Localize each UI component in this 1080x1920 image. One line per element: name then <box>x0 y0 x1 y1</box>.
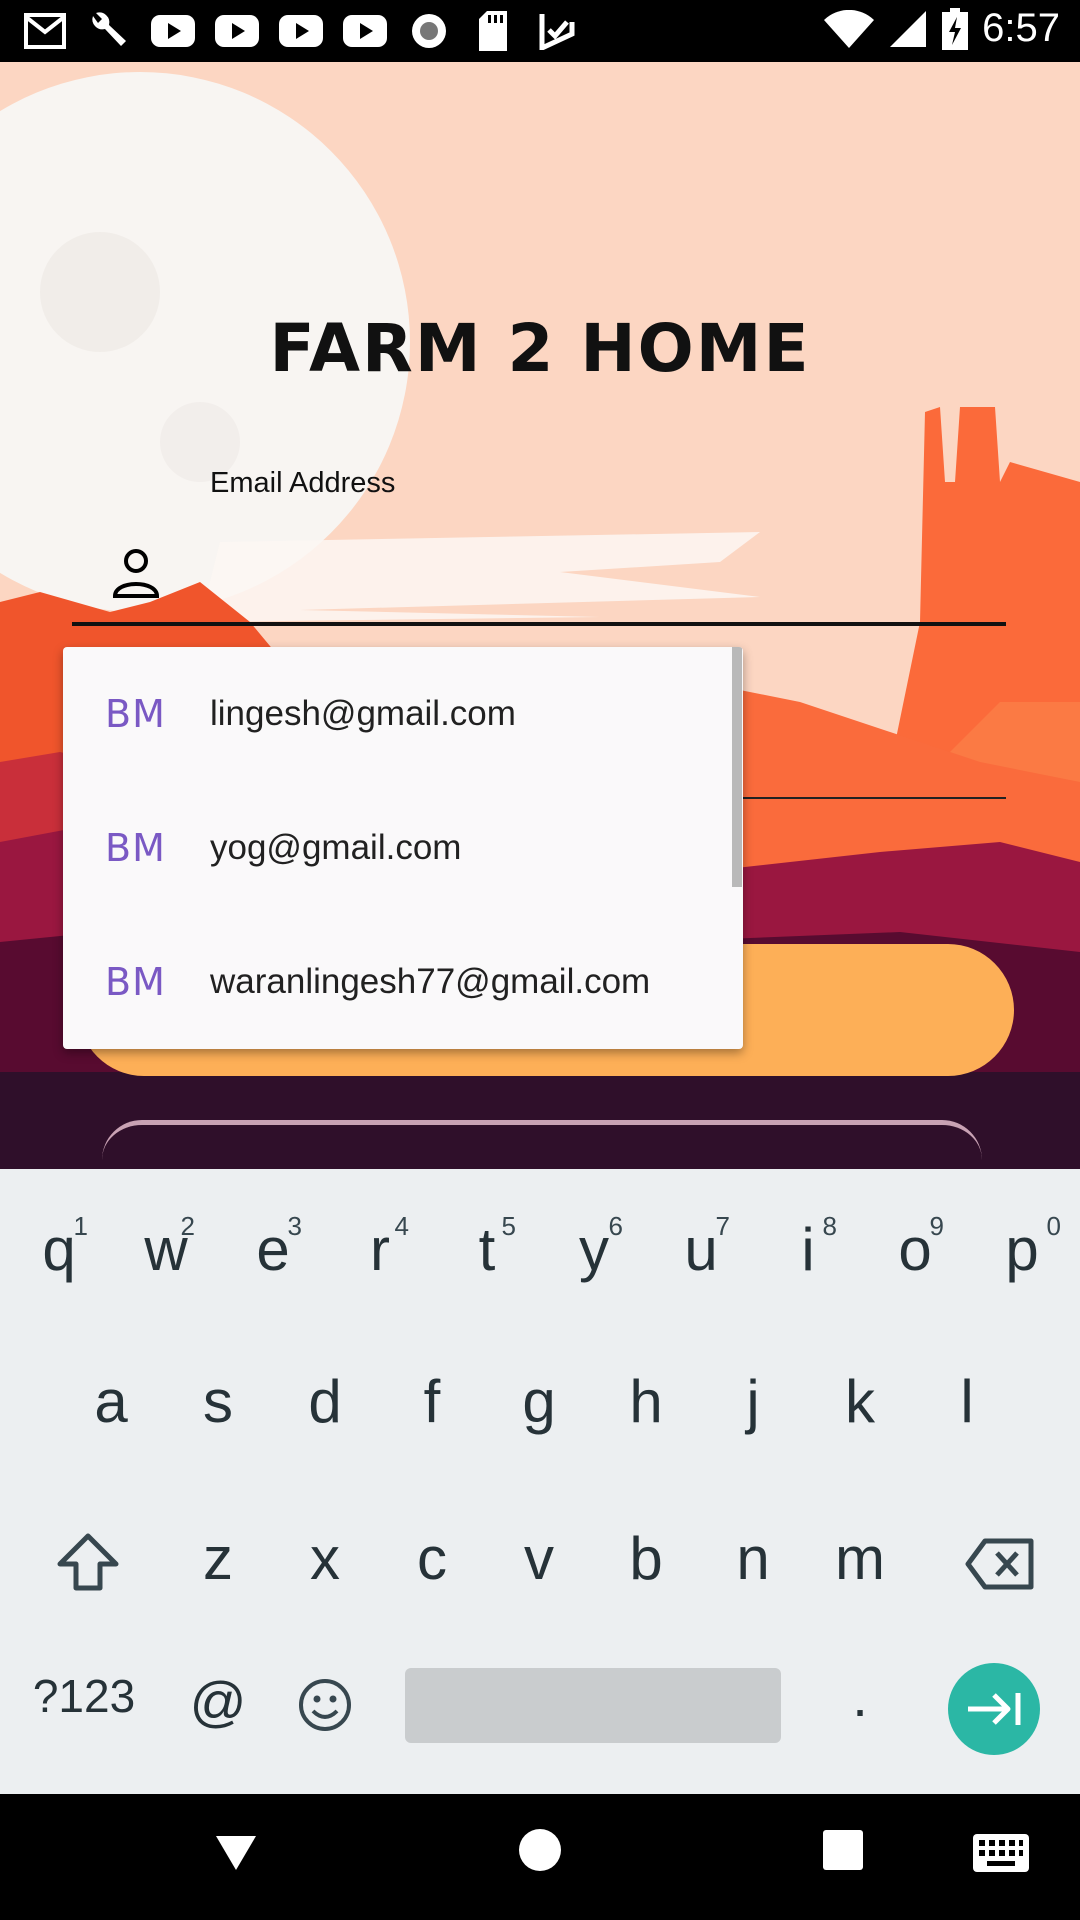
dropdown-scrollbar[interactable] <box>732 647 742 887</box>
account-badge: BM <box>105 692 166 736</box>
key-m[interactable]: m <box>815 1524 905 1624</box>
key-l[interactable]: l <box>922 1367 1012 1467</box>
key-x[interactable]: x <box>280 1524 370 1624</box>
shift-key[interactable] <box>38 1514 138 1614</box>
next-arrow-icon <box>968 1693 1021 1725</box>
keyboard-switch-icon[interactable] <box>973 1834 1029 1872</box>
account-badge: BM <box>105 960 166 1004</box>
key-e[interactable]: e3 <box>228 1211 318 1315</box>
key-p[interactable]: p0 <box>977 1211 1067 1315</box>
key-v[interactable]: v <box>494 1524 584 1624</box>
wifi-icon <box>824 9 875 48</box>
recents-icon[interactable] <box>823 1830 863 1870</box>
email-autocomplete-dropdown: BM lingesh@gmail.com BM yog@gmail.com BM… <box>63 647 743 1049</box>
key-b[interactable]: b <box>601 1524 691 1624</box>
key-c[interactable]: c <box>387 1524 477 1624</box>
wrench-icon <box>86 10 132 52</box>
at-key[interactable]: @ <box>173 1669 263 1749</box>
period-key[interactable]: . <box>815 1664 905 1744</box>
email-field-label: Email Address <box>210 467 396 499</box>
back-icon[interactable] <box>214 1830 258 1874</box>
email-underline <box>72 622 1006 626</box>
key-s[interactable]: s <box>173 1367 263 1467</box>
key-q[interactable]: q1 <box>14 1211 104 1315</box>
autocomplete-item-text: waranlingesh77@gmail.com <box>210 962 651 1001</box>
app-title: FARM 2 HOME <box>269 310 811 387</box>
backspace-key[interactable] <box>950 1514 1050 1614</box>
shift-icon <box>57 1533 119 1591</box>
key-n[interactable]: n <box>708 1524 798 1624</box>
key-u[interactable]: u7 <box>656 1211 746 1315</box>
autocomplete-item-text: yog@gmail.com <box>210 828 462 867</box>
account-badge: BM <box>105 826 166 870</box>
autocomplete-item[interactable]: BM lingesh@gmail.com <box>63 647 743 781</box>
key-z[interactable]: z <box>173 1524 263 1624</box>
key-o[interactable]: o9 <box>870 1211 960 1315</box>
backspace-icon <box>965 1538 1034 1590</box>
key-h[interactable]: h <box>601 1367 691 1467</box>
key-w[interactable]: w2 <box>121 1211 211 1315</box>
key-d[interactable]: d <box>280 1367 370 1467</box>
space-key[interactable] <box>405 1668 781 1743</box>
email-input[interactable] <box>130 542 994 604</box>
status-bar: 6:57 <box>0 0 1080 62</box>
key-t[interactable]: t5 <box>442 1211 532 1315</box>
emoji-icon <box>299 1679 351 1731</box>
navigation-bar <box>0 1794 1080 1920</box>
autocomplete-item[interactable]: BM waranlingesh77@gmail.com <box>63 915 743 1049</box>
battery-charging-icon <box>942 7 969 50</box>
autocomplete-item-text: lingesh@gmail.com <box>210 694 516 733</box>
signal-icon <box>890 10 927 47</box>
youtube-icon <box>214 10 260 52</box>
soft-keyboard: q1 w2 e3 r4 t5 y6 u7 i8 o9 p0 a s d f g … <box>0 1169 1080 1794</box>
clock: 6:57 <box>982 6 1060 50</box>
key-a[interactable]: a <box>66 1367 156 1467</box>
gmail-icon <box>22 10 68 52</box>
system-icons: 6:57 <box>824 6 1060 51</box>
key-j[interactable]: j <box>708 1367 798 1467</box>
autocomplete-item[interactable]: BM yog@gmail.com <box>63 781 743 915</box>
key-y[interactable]: y6 <box>549 1211 639 1315</box>
emoji-key[interactable] <box>290 1669 360 1749</box>
password-underline <box>740 797 1006 799</box>
key-k[interactable]: k <box>815 1367 905 1467</box>
symbols-key[interactable]: ?123 <box>24 1669 144 1749</box>
secondary-button[interactable] <box>102 1120 982 1169</box>
notification-icons <box>22 10 580 52</box>
enter-key[interactable] <box>948 1663 1040 1755</box>
youtube-icon <box>150 10 196 52</box>
key-r[interactable]: r4 <box>335 1211 425 1315</box>
key-i[interactable]: i8 <box>763 1211 853 1315</box>
key-f[interactable]: f <box>387 1367 477 1467</box>
sd-card-icon <box>470 10 516 52</box>
record-icon <box>406 10 452 52</box>
youtube-icon <box>278 10 324 52</box>
home-icon[interactable] <box>518 1828 562 1872</box>
check-icon <box>534 10 580 52</box>
youtube-icon <box>342 10 388 52</box>
key-g[interactable]: g <box>494 1367 584 1467</box>
